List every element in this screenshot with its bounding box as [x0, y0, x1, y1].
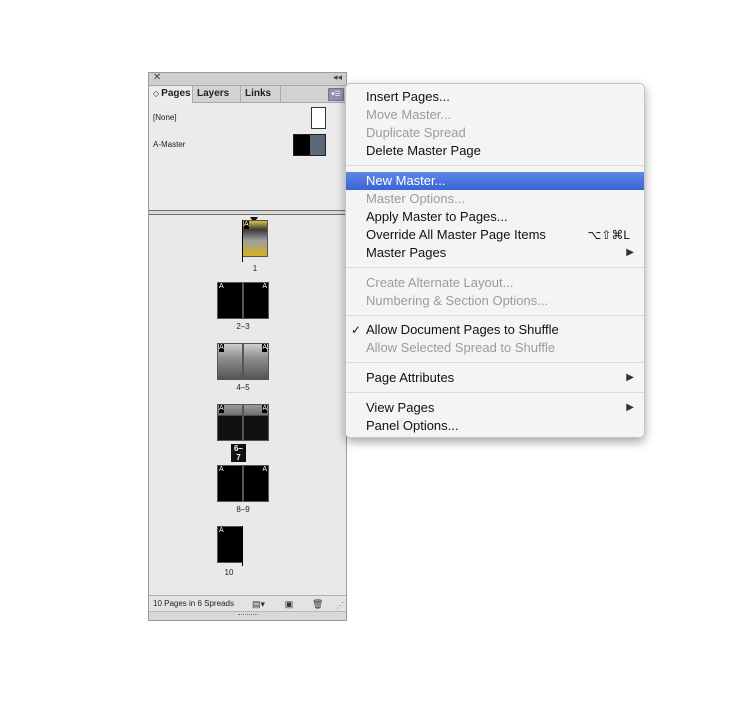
menu-item-label: Numbering & Section Options... [366, 293, 549, 308]
menu-item-label: Allow Document Pages to Shuffle [366, 322, 559, 337]
sort-arrows-icon: ◇ [153, 89, 160, 98]
menu-item-apply-master[interactable]: Apply Master to Pages... [346, 208, 644, 226]
page-thumbnail[interactable]: A [217, 404, 243, 441]
edit-page-size-icon[interactable]: ▤▾ [252, 599, 265, 609]
collapse-panel-icon[interactable]: ◂◂ [333, 72, 342, 83]
page-thumbnail[interactable]: A [243, 404, 269, 441]
menu-item-label: Insert Pages... [366, 89, 450, 104]
resize-grip-icon[interactable]: ⋰ [336, 601, 344, 610]
master-thumbnail[interactable] [293, 134, 326, 156]
tab-links[interactable]: Links [241, 86, 281, 102]
master-prefix: A [219, 466, 224, 474]
spread-label: 10 [224, 568, 234, 577]
spine-line [242, 526, 243, 566]
menu-item-label: Master Options... [366, 191, 465, 206]
menu-item-label: Move Master... [366, 107, 452, 122]
panel-resize-handle[interactable] [149, 611, 346, 620]
menu-item-label: Panel Options... [366, 418, 459, 433]
master-prefix: A [219, 527, 224, 535]
menu-item-label: Create Alternate Layout... [366, 275, 514, 290]
menu-item-label: Allow Selected Spread to Shuffle [366, 340, 556, 355]
menu-separator [346, 362, 644, 363]
document-pages-list: A 1 A A 2–3 A A 4–5 A A 6–7 A A 8–9 A 10 [149, 215, 346, 596]
menu-item-numbering-section-options: Numbering & Section Options... [346, 292, 644, 310]
master-prefix: A [262, 405, 267, 413]
masters-section: [None] A-Master [149, 103, 346, 210]
menu-item-delete-master-page[interactable]: Delete Master Page [346, 142, 644, 160]
page-thumbnail[interactable]: A [217, 526, 243, 563]
panel-status-bar: 10 Pages in 6 Spreads ▤▾ ▣ 🗑 [149, 595, 346, 612]
checkmark-icon: ✓ [351, 323, 362, 337]
menu-item-allow-selected-spread-shuffle: Allow Selected Spread to Shuffle [346, 339, 644, 357]
menu-item-label: Duplicate Spread [366, 125, 466, 140]
menu-item-allow-document-pages-shuffle[interactable]: ✓ Allow Document Pages to Shuffle [346, 321, 644, 339]
menu-separator [346, 392, 644, 393]
panel-tab-bar: ◇ Pages Layers Links ▾☰ [149, 86, 346, 103]
spread-label: 1 [252, 264, 258, 273]
tab-pages[interactable]: ◇ Pages [149, 86, 193, 103]
master-prefix: A [219, 344, 224, 352]
menu-item-master-pages[interactable]: Master Pages ▶ [346, 244, 644, 262]
menu-item-new-master[interactable]: New Master... [346, 172, 644, 190]
master-prefix: A [244, 221, 249, 229]
page-thumbnail[interactable]: A [217, 282, 243, 319]
menu-item-label: View Pages [366, 400, 435, 415]
menu-item-override-all-master-items[interactable]: Override All Master Page Items ⌥⇧⌘L [346, 226, 644, 244]
spread-label: 4–5 [236, 383, 250, 392]
submenu-arrow-icon: ▶ [626, 372, 634, 383]
menu-item-label: Override All Master Page Items [366, 227, 546, 242]
page-thumbnail[interactable]: A [217, 465, 243, 502]
menu-item-insert-pages[interactable]: Insert Pages... [346, 88, 644, 106]
menu-item-label: Apply Master to Pages... [366, 209, 508, 224]
submenu-arrow-icon: ▶ [626, 247, 634, 258]
master-prefix: A [262, 344, 267, 352]
menu-item-move-master: Move Master... [346, 106, 644, 124]
master-label: A-Master [153, 140, 186, 149]
pages-panel: ✕ ◂◂ ◇ Pages Layers Links ▾☰ [None] A-Mas… [148, 72, 347, 621]
close-icon[interactable]: ✕ [153, 72, 161, 83]
menu-item-create-alternate-layout: Create Alternate Layout... [346, 274, 644, 292]
menu-separator [346, 315, 644, 316]
master-prefix: A [219, 283, 224, 291]
panel-title-bar[interactable]: ✕ ◂◂ [149, 72, 346, 86]
master-prefix: A [262, 283, 267, 291]
page-thumbnail[interactable]: A [243, 465, 269, 502]
menu-item-master-options: Master Options... [346, 190, 644, 208]
spread-label: 2–3 [236, 322, 250, 331]
menu-item-view-pages[interactable]: View Pages ▶ [346, 399, 644, 417]
master-a[interactable]: A-Master [153, 134, 342, 158]
master-thumbnail[interactable] [311, 107, 326, 129]
menu-item-duplicate-spread: Duplicate Spread [346, 124, 644, 142]
page-count-text: 10 Pages in 6 Spreads [153, 599, 234, 608]
new-page-icon[interactable]: ▣ [284, 599, 294, 609]
trash-icon[interactable]: 🗑 [312, 599, 323, 609]
menu-item-label: New Master... [366, 173, 446, 188]
spread-label-selected: 6–7 [231, 444, 246, 462]
page-thumbnail[interactable]: A [217, 343, 243, 380]
menu-item-label: Delete Master Page [366, 143, 481, 158]
page-thumbnail[interactable]: A [243, 282, 269, 319]
master-prefix: A [219, 405, 224, 413]
menu-separator [346, 165, 644, 166]
submenu-arrow-icon: ▶ [626, 402, 634, 413]
menu-item-panel-options[interactable]: Panel Options... [346, 417, 644, 435]
tab-layers[interactable]: Layers [193, 86, 241, 102]
spread-label: 8–9 [236, 505, 250, 514]
panel-menu-icon: ▾☰ [331, 91, 341, 98]
master-label: [None] [153, 113, 177, 122]
menu-item-shortcut: ⌥⇧⌘L [587, 228, 630, 242]
menu-separator [346, 267, 644, 268]
menu-item-label: Page Attributes [366, 370, 455, 385]
master-prefix: A [262, 466, 267, 474]
menu-item-label: Master Pages [366, 245, 447, 260]
page-thumbnail[interactable]: A [243, 343, 269, 380]
panel-flyout-menu: Insert Pages... Move Master... Duplicate… [345, 83, 645, 438]
tab-pages-label: Pages [161, 88, 191, 99]
page-thumbnail[interactable]: A [242, 220, 268, 257]
panel-menu-button[interactable]: ▾☰ [328, 88, 344, 101]
menu-item-page-attributes[interactable]: Page Attributes ▶ [346, 369, 644, 387]
spine-line [242, 220, 243, 262]
master-none[interactable]: [None] [153, 107, 342, 131]
